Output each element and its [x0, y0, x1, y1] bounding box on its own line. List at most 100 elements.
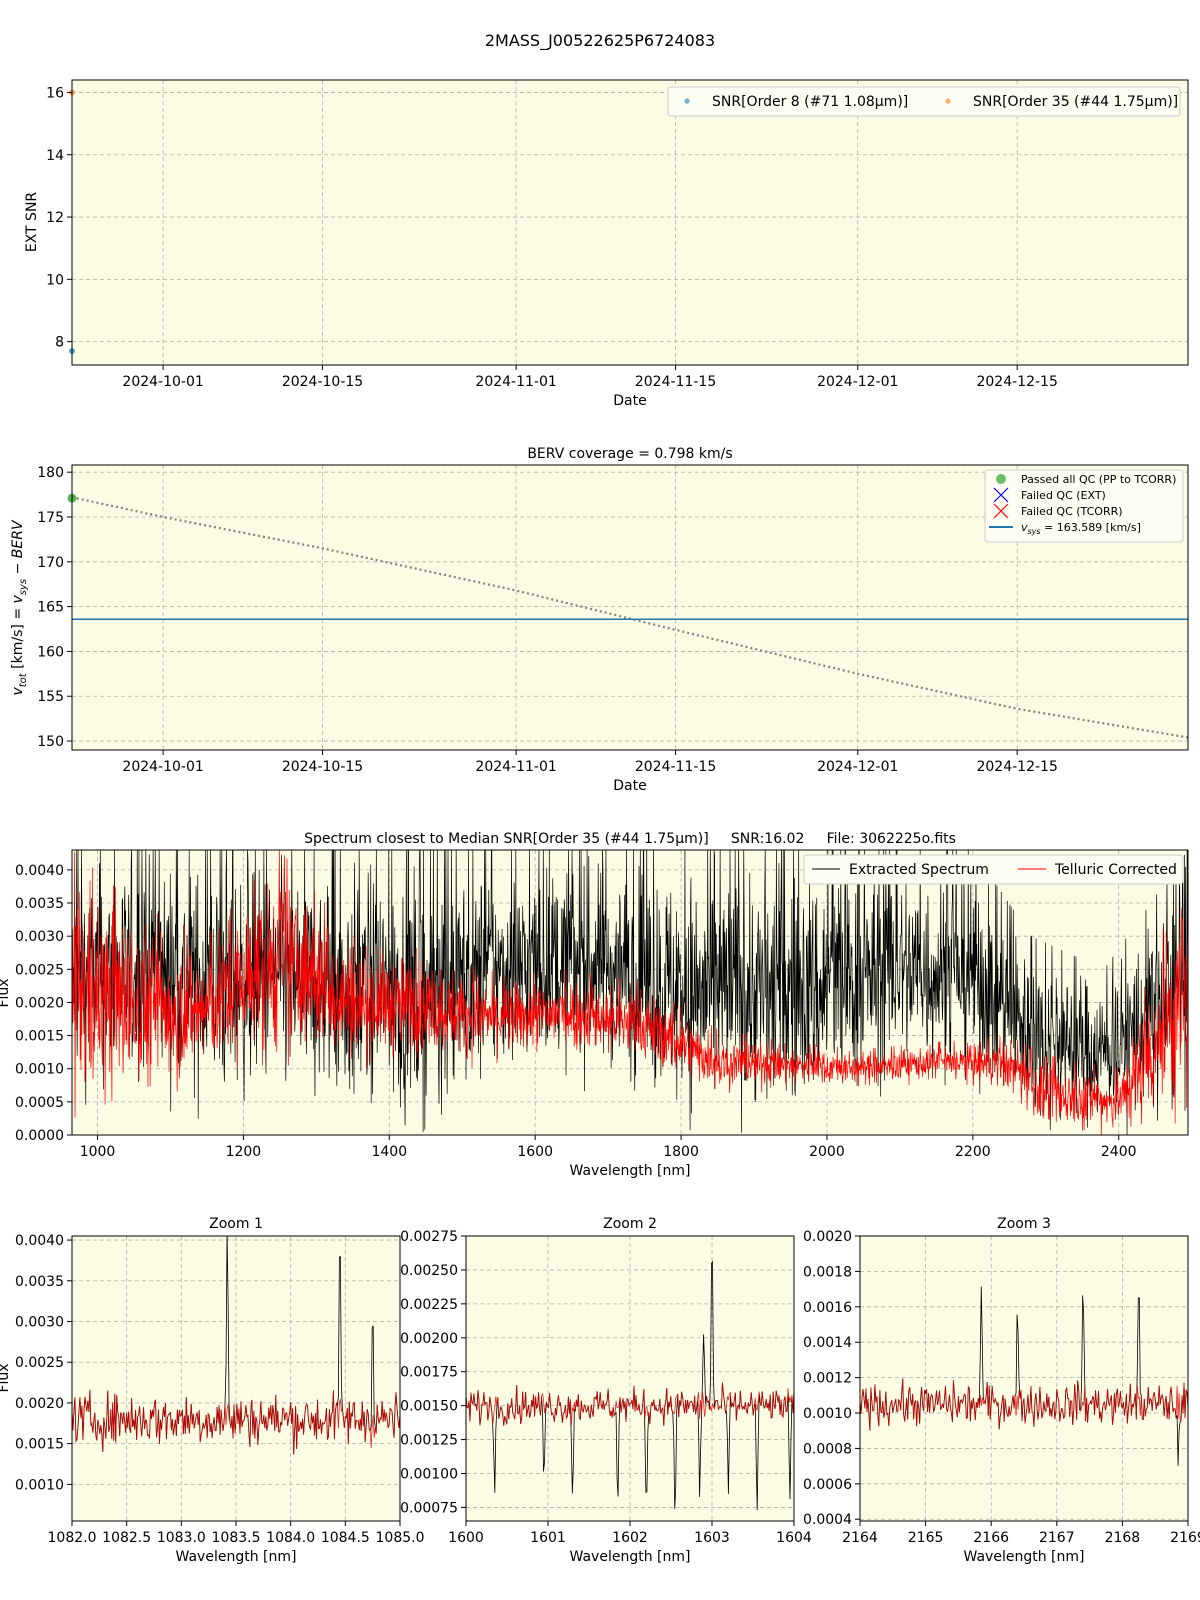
zoom3-ytick-label: 0.0012: [803, 1371, 852, 1387]
berv-ylabel: vtot [km/s] = vsys − BERV: [10, 519, 29, 695]
spectrum-ytick-label: 0.0025: [15, 962, 64, 978]
zoom2-xtick-label: 1603: [694, 1530, 730, 1546]
zoom3-chart: Zoom 3 2164 2165 2166 2167 2168 2169 0.0004 0.0…: [803, 1216, 1200, 1565]
zoom3-ytick-label: 0.0020: [803, 1229, 852, 1245]
snr-ytick-label: 10: [46, 272, 64, 288]
spectrum-ytick-label: 0.0030: [15, 929, 64, 945]
spectrum-ytick-label: 0.0015: [15, 1029, 64, 1045]
zoom3-xtick-label: 2166: [973, 1530, 1009, 1546]
snr-xtick-label: 2024-11-01: [475, 374, 556, 390]
zoom3-ytick-label: 0.0008: [803, 1441, 852, 1457]
snr-xtick-label: 2024-10-01: [122, 374, 203, 390]
berv-ytick-label: 175: [37, 510, 64, 526]
zoom1-ytick-label: 0.0030: [15, 1315, 64, 1331]
zoom3-ytick-label: 0.0006: [803, 1477, 852, 1493]
zoom1-ytick-label: 0.0035: [15, 1274, 64, 1290]
zoom3-ytick-label: 0.0004: [803, 1512, 852, 1528]
zoom1-ylabel: Flux: [0, 1363, 12, 1392]
snr-ytick-label: 12: [46, 210, 64, 226]
zoom1-xtick-label: 1085.0: [376, 1530, 425, 1546]
zoom1-xtick-label: 1083.5: [212, 1530, 261, 1546]
berv-title: BERV coverage = 0.798 km/s: [527, 446, 732, 462]
spectrum-xtick-label: 2200: [955, 1144, 991, 1160]
legend-failed-tcorr-label: Failed QC (TCORR): [1021, 505, 1123, 518]
zoom2-xtick-label: 1600: [448, 1530, 484, 1546]
spectrum-ytick-label: 0.0000: [15, 1128, 64, 1144]
zoom2-ytick-label: 0.00225: [400, 1297, 458, 1313]
snr-legend-label-order35: SNR[Order 35 (#44 1.75μm)]: [973, 94, 1178, 110]
zoom3-xtick-label: 2167: [1039, 1530, 1075, 1546]
zoom1-ytick-label: 0.0020: [15, 1396, 64, 1412]
berv-ytick-label: 160: [37, 644, 64, 660]
legend-telluric-label: Telluric Corrected: [1054, 862, 1177, 878]
zoom2-chart: Zoom 2 1600 1601 1602 1603 1604 0.00075 0.0010…: [400, 1216, 812, 1565]
figure-title: 2MASS_J00522625P6724083: [485, 31, 715, 51]
zoom3-xtick-label: 2164: [842, 1530, 878, 1546]
zoom1-xtick-label: 1084.5: [321, 1530, 370, 1546]
spectrum-legend: Extracted Spectrum Telluric Corrected: [803, 854, 1184, 885]
zoom2-ytick-label: 0.00250: [400, 1263, 458, 1279]
zoom3-xtick-label: 2169: [1170, 1530, 1200, 1546]
snr-ytick-label: 8: [55, 335, 64, 351]
spectrum-ytick-label: 0.0035: [15, 896, 64, 912]
berv-xtick-label: 2024-12-01: [817, 759, 898, 775]
zoom3-title: Zoom 3: [997, 1216, 1051, 1232]
snr-ylabel: EXT SNR: [24, 192, 40, 253]
zoom2-ytick-label: 0.00075: [400, 1500, 458, 1516]
spectrum-xtick-label: 1800: [663, 1144, 699, 1160]
zoom2-ytick-label: 0.00275: [400, 1229, 458, 1245]
zoom2-ytick-label: 0.00125: [400, 1433, 458, 1449]
zoom1-title: Zoom 1: [209, 1216, 263, 1232]
legend-extracted-label: Extracted Spectrum: [849, 862, 989, 878]
berv-xtick-label: 2024-11-01: [475, 759, 556, 775]
spectrum-xtick-label: 1200: [226, 1144, 262, 1160]
zoom1-xlabel: Wavelength [nm]: [176, 1549, 297, 1565]
berv-ytick-label: 165: [37, 600, 64, 616]
legend-failed-ext-label: Failed QC (EXT): [1021, 489, 1106, 502]
berv-ytick-label: 180: [37, 465, 64, 481]
berv-ytick-label: 170: [37, 555, 64, 571]
spectrum-ylabel: Flux: [0, 978, 12, 1007]
snr-legend-marker-order35: [945, 98, 951, 104]
zoom2-ytick-label: 0.00175: [400, 1365, 458, 1381]
zoom1-ytick-label: 0.0040: [15, 1233, 64, 1249]
zoom2-xtick-label: 1602: [612, 1530, 648, 1546]
zoom2-xtick-label: 1601: [530, 1530, 566, 1546]
spectrum-xtick-label: 1000: [80, 1144, 116, 1160]
zoom2-ytick-label: 0.00150: [400, 1399, 458, 1415]
zoom3-xtick-label: 2165: [908, 1530, 944, 1546]
berv-xtick-label: 2024-10-15: [282, 759, 363, 775]
spectrum-ytick-label: 0.0005: [15, 1095, 64, 1111]
figure: 2MASS_J00522625P6724083 2024-10-01 2024-1…: [0, 31, 1200, 1565]
zoom1-xtick-label: 1083.0: [157, 1530, 206, 1546]
spectrum-xtick-label: 1400: [371, 1144, 407, 1160]
berv-chart: BERV coverage = 0.798 km/s 2024-10-01 202…: [10, 446, 1189, 794]
spectrum-xtick-label: 2000: [809, 1144, 845, 1160]
berv-ytick-label: 150: [37, 734, 64, 750]
zoom1-xtick-label: 1082.5: [102, 1530, 151, 1546]
spectrum-xlabel: Wavelength [nm]: [570, 1163, 691, 1179]
spectrum-xtick-label: 1600: [517, 1144, 553, 1160]
snr-legend-label-order8: SNR[Order 8 (#71 1.08μm)]: [712, 94, 908, 110]
snr-plot-area: [72, 80, 1188, 365]
snr-xtick-label: 2024-10-15: [282, 374, 363, 390]
legend-passed-marker: [996, 474, 1006, 484]
zoom1-ytick-label: 0.0025: [15, 1355, 64, 1371]
zoom1-ytick-label: 0.0015: [15, 1437, 64, 1453]
berv-xtick-label: 2024-11-15: [635, 759, 716, 775]
snr-legend: SNR[Order 8 (#71 1.08μm)] SNR[Order 35 (…: [667, 86, 1181, 117]
zoom3-ytick-label: 0.0016: [803, 1300, 852, 1316]
zoom2-title: Zoom 2: [603, 1216, 657, 1232]
zoom3-plot-area: [860, 1236, 1188, 1521]
berv-xtick-label: 2024-10-01: [122, 759, 203, 775]
zoom2-ytick-label: 0.00200: [400, 1331, 458, 1347]
berv-xlabel: Date: [613, 778, 646, 794]
spectrum-title: Spectrum closest to Median SNR[Order 35 …: [304, 831, 956, 847]
snr-legend-marker-order8: [684, 98, 690, 104]
zoom3-xtick-label: 2168: [1105, 1530, 1141, 1546]
zoom3-ytick-label: 0.0018: [803, 1264, 852, 1280]
spectrum-ytick-label: 0.0010: [15, 1062, 64, 1078]
snr-ytick-label: 14: [46, 148, 64, 164]
zoom3-ytick-label: 0.0014: [803, 1335, 852, 1351]
legend-passed-label: Passed all QC (PP to TCORR): [1021, 473, 1176, 486]
